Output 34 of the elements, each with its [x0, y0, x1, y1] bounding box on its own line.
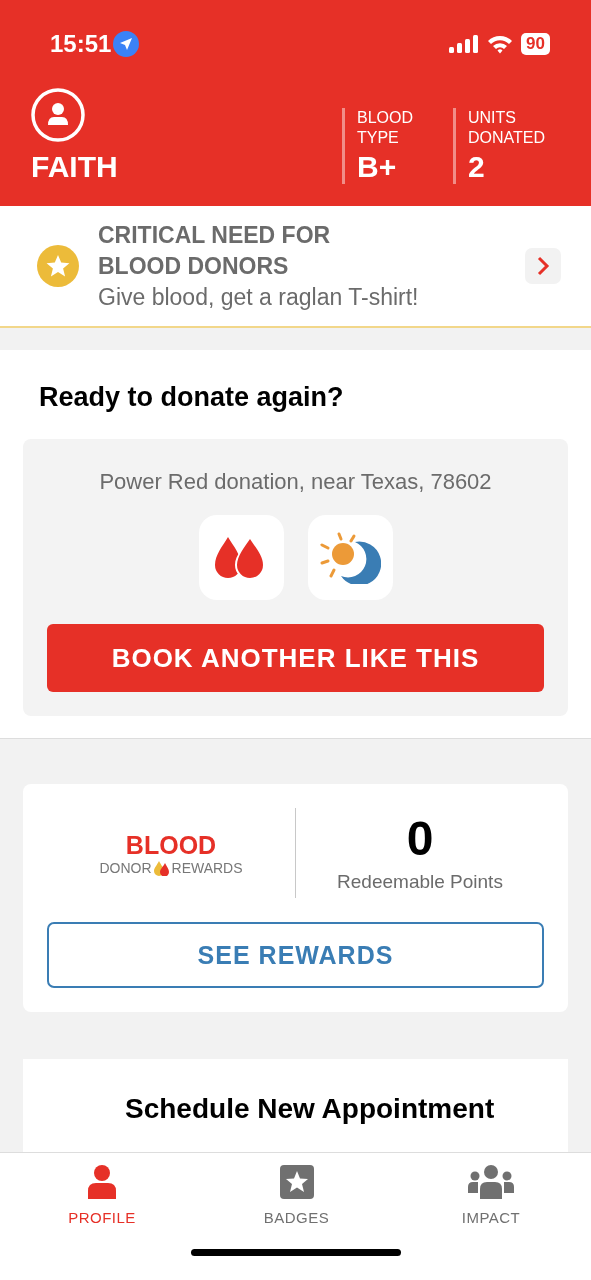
see-rewards-button[interactable]: SEE REWARDS — [47, 922, 544, 988]
chevron-button[interactable] — [525, 248, 561, 284]
stat-value: 2 — [468, 150, 486, 184]
stat-label: UNITS DONATED — [468, 108, 547, 148]
tab[interactable]: IMPACT — [451, 1165, 531, 1226]
battery-level: 90 — [521, 33, 550, 55]
book-again-button[interactable]: BOOK ANOTHER LIKE THIS — [47, 624, 544, 692]
schedule-card[interactable]: Schedule New Appointment — [23, 1059, 568, 1152]
section-title: Ready to donate again? — [39, 382, 345, 413]
people-icon — [468, 1165, 514, 1199]
promo-subtitle: Give blood, get a raglan T-shirt! — [98, 283, 420, 312]
stat-value: B+ — [357, 150, 398, 184]
sun-moon-icon — [319, 531, 381, 584]
person-icon — [88, 1165, 116, 1199]
points-label: Redeemable Points — [337, 871, 503, 893]
wifi-icon — [487, 34, 514, 54]
donation-description: Power Red donation, near Texas, 78602 — [99, 469, 492, 495]
tab[interactable]: BADGES — [256, 1165, 337, 1226]
chevron-right-icon — [536, 256, 550, 276]
donor-name: FAITH — [31, 150, 118, 184]
schedule-title: Schedule New Appointment — [125, 1093, 495, 1124]
logo-text: DONOR — [99, 859, 152, 876]
points-value: 0 — [406, 813, 434, 865]
avatar-icon — [31, 88, 85, 142]
tab[interactable]: PROFILE — [62, 1165, 142, 1226]
promo-banner[interactable]: CRITICAL NEED FOR BLOOD DONORS Give blood, get a raglan T-shirt! — [0, 206, 591, 328]
logo-text: REWARDS — [171, 859, 243, 876]
status-time: 15:51 — [50, 30, 112, 58]
promo-title: CRITICAL NEED FOR BLOOD DONORS — [98, 221, 332, 281]
signal-icon — [449, 35, 480, 53]
drops-icon — [152, 859, 171, 876]
logo-title: BLOOD — [125, 830, 217, 860]
stat-label: BLOOD TYPE — [357, 108, 414, 148]
star-badge-icon — [36, 244, 80, 288]
